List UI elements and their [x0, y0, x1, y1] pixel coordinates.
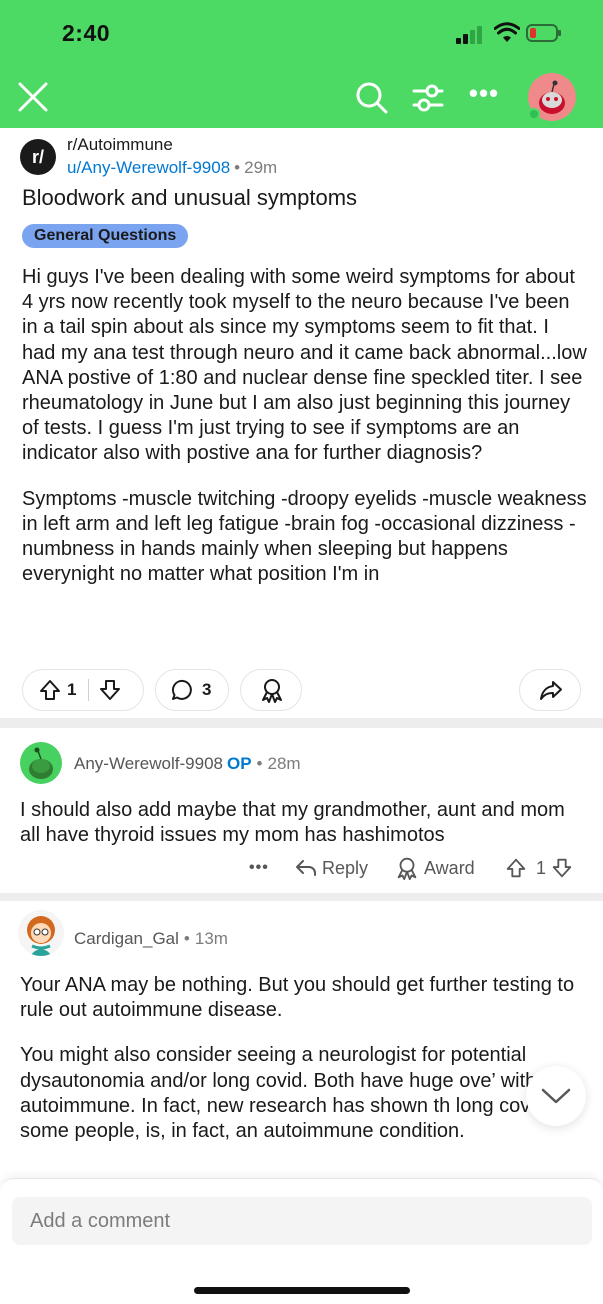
comment-vote-control: 1 — [504, 853, 574, 883]
more-icon[interactable]: ••• — [249, 853, 269, 883]
section-divider — [0, 718, 603, 728]
award-icon — [262, 679, 282, 703]
upvote-icon[interactable] — [37, 677, 63, 703]
award-button[interactable] — [240, 669, 302, 711]
wifi-icon — [494, 22, 520, 42]
share-icon — [540, 681, 562, 700]
vote-control: 1 — [22, 669, 144, 711]
status-time: 2:40 — [62, 20, 111, 46]
award-label: Award — [424, 857, 475, 878]
search-icon[interactable] — [354, 80, 390, 116]
home-indicator — [194, 1287, 410, 1294]
comment-composer-bar — [0, 1178, 603, 1304]
filter-icon[interactable] — [410, 80, 446, 116]
upvote-icon[interactable] — [504, 856, 528, 880]
post-meta: u/Any-Werewolf-9908 • 29m — [67, 158, 278, 177]
chevron-down-icon — [541, 1088, 571, 1104]
jump-to-next-button[interactable] — [526, 1066, 586, 1126]
post-paragraph: Symptoms -muscle twitching -droopy eyeli… — [22, 487, 587, 586]
comment-input[interactable] — [12, 1197, 592, 1245]
post-body: Hi guys I've been dealing with some weir… — [22, 265, 587, 607]
comment-author[interactable]: Any-Werewolf-9908 — [74, 754, 223, 773]
subreddit-icon[interactable]: r/ — [20, 139, 56, 175]
comment-paragraph: I should also add maybe that my grandmot… — [20, 799, 565, 847]
post-flair[interactable]: General Questions — [22, 224, 189, 248]
share-button[interactable] — [519, 669, 581, 711]
comment-paragraph: Your ANA may be nothing. But you should … — [20, 974, 575, 1022]
vote-separator — [88, 679, 90, 701]
comment-count: 3 — [202, 680, 212, 699]
comments-button[interactable]: 3 — [155, 669, 229, 711]
comment-author[interactable]: Cardigan_Gal — [74, 929, 179, 948]
commenter-avatar[interactable] — [20, 742, 62, 784]
battery-icon — [526, 24, 561, 42]
online-status-dot — [528, 108, 540, 120]
comment-vote-count: 1 — [536, 857, 547, 878]
upvote-count: 1 — [67, 680, 77, 699]
post-author[interactable]: u/Any-Werewolf-9908 — [67, 158, 230, 177]
more-icon[interactable]: ••• — [468, 80, 500, 110]
reply-button[interactable]: Reply — [294, 853, 368, 883]
downvote-icon[interactable] — [97, 677, 123, 703]
downvote-icon[interactable] — [550, 856, 574, 880]
comment-time: 28m — [267, 754, 301, 773]
comment-author-line: Any-Werewolf-9908 OP • 28m — [74, 754, 301, 773]
post-actions: 1 3 — [22, 669, 582, 711]
award-button[interactable]: Award — [394, 853, 475, 883]
post-time: 29m — [244, 158, 278, 177]
post-title: Bloodwork and unusual symptoms — [22, 185, 358, 210]
comment-author-line: Cardigan_Gal • 13m — [74, 929, 228, 948]
comment-actions: ••• Reply Award 1 — [0, 853, 603, 883]
close-icon[interactable] — [16, 80, 50, 114]
award-icon — [397, 857, 417, 881]
comment-time: 13m — [194, 929, 228, 948]
section-divider — [0, 893, 603, 901]
reply-icon — [296, 860, 316, 876]
comment-paragraph: You might also consider seeing a neurolo… — [20, 1044, 573, 1143]
commenter-avatar[interactable] — [18, 910, 64, 956]
subreddit-name[interactable]: r/Autoimmune — [67, 135, 173, 155]
comment-body: Your ANA may be nothing. But you should … — [20, 973, 583, 1164]
post-paragraph: Hi guys I've been dealing with some weir… — [22, 266, 587, 465]
comment-icon — [171, 679, 192, 700]
app-header: 2:40 ••• — [0, 0, 603, 128]
op-badge: OP — [226, 754, 252, 773]
cellular-signal-icon — [456, 26, 482, 44]
reply-label: Reply — [322, 857, 369, 878]
